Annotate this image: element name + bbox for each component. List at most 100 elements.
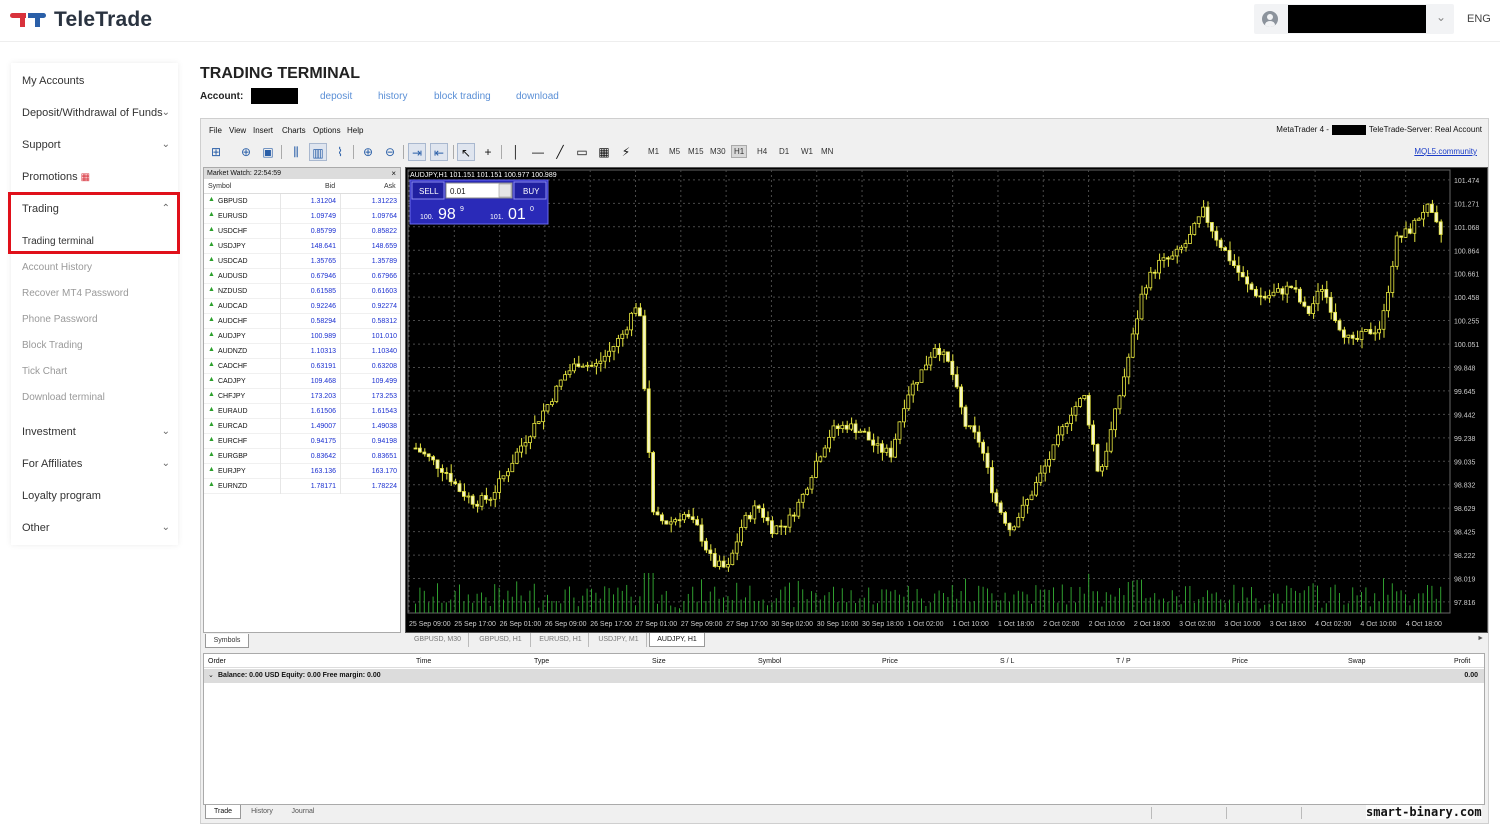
menu-help[interactable]: Help — [347, 126, 363, 135]
candle-bullish — [730, 552, 735, 565]
language-selector[interactable]: ENG — [1467, 13, 1491, 25]
timeframe-m30[interactable]: M30 — [710, 147, 726, 156]
candlestick-chart-svg[interactable]: 101.474101.271101.068100.864100.661100.4… — [406, 168, 1489, 634]
sidebar-subitem-phone-password[interactable]: Phone Password — [11, 307, 178, 333]
price-up-arrow-icon: ▲ — [208, 331, 215, 338]
sell-price-pip: 9 — [460, 206, 464, 213]
download-link[interactable]: download — [516, 91, 559, 102]
crosshair-icon[interactable]: + — [479, 143, 497, 161]
candle-bearish — [475, 503, 479, 507]
timeframe-w1[interactable]: W1 — [801, 147, 813, 156]
market-watch-row[interactable]: ▲ AUDJPY 100.989 101.010 — [204, 329, 400, 344]
sidebar-item-for-affiliates[interactable]: For Affiliates ⌄ — [11, 448, 178, 480]
timeframe-mn[interactable]: MN — [821, 147, 833, 156]
market-watch-row[interactable]: ▲ AUDNZD 1.10313 1.10340 — [204, 344, 400, 359]
sidebar-subitem-download-terminal[interactable]: Download terminal — [11, 385, 178, 411]
templates-icon[interactable]: ▣ — [259, 143, 277, 161]
tab-journal[interactable]: Journal — [283, 805, 323, 819]
candle-bullish — [809, 477, 814, 490]
candle-bullish — [1425, 203, 1430, 213]
market-watch-row[interactable]: ▲ CADCHF 0.63191 0.63208 — [204, 359, 400, 374]
zoom-out-icon[interactable]: ⊖ — [381, 143, 399, 161]
chart-tab-gbpusd-h1[interactable]: GBPUSD, H1 — [471, 633, 531, 647]
indicators-icon[interactable]: ⚡ — [617, 143, 635, 161]
zoom-in-icon[interactable]: ⊕ — [359, 143, 377, 161]
market-watch-row[interactable]: ▲ CHFJPY 173.203 173.253 — [204, 389, 400, 404]
chart-tab-usdjpy-m1[interactable]: USDJPY, M1 — [591, 633, 647, 647]
tab-symbols[interactable]: Symbols — [205, 634, 249, 648]
block-trading-link[interactable]: block trading — [434, 91, 491, 102]
menu-options[interactable]: Options — [313, 126, 341, 135]
market-watch-row[interactable]: ▲ EURCAD 1.49007 1.49038 — [204, 419, 400, 434]
history-link[interactable]: history — [378, 91, 407, 102]
market-watch-row[interactable]: ▲ USDCHF 0.85799 0.85822 — [204, 224, 400, 239]
auto-scroll-icon[interactable]: ⇥ — [408, 143, 426, 161]
user-menu[interactable]: ⌄ — [1254, 4, 1454, 34]
line-chart-icon[interactable]: ⌇ — [331, 143, 349, 161]
sidebar-item-support[interactable]: Support ⌄ — [11, 129, 178, 161]
price-chart[interactable]: 101.474 101.271 101.068 100.864 100.661 100.4… — [405, 167, 1488, 633]
candlestick-chart-icon[interactable]: ▥ — [309, 143, 327, 161]
fibonacci-icon[interactable]: ▦ — [595, 143, 613, 161]
trendline-icon[interactable]: ╱ — [551, 143, 569, 161]
market-watch-row[interactable]: ▲ EURJPY 163.136 163.170 — [204, 464, 400, 479]
teletrade-logo[interactable]: TeleTrade — [10, 6, 152, 34]
text-label-icon[interactable]: ▭ — [573, 143, 591, 161]
new-chart-icon[interactable]: ⊞ — [207, 143, 225, 161]
market-watch-row[interactable]: ▲ GBPUSD 1.31204 1.31223 — [204, 194, 400, 209]
chart-tab-audjpy-h1[interactable]: AUDJPY, H1 — [649, 633, 705, 647]
price-up-arrow-icon: ▲ — [208, 346, 215, 353]
deposit-link[interactable]: deposit — [320, 91, 352, 102]
timeframe-m15[interactable]: M15 — [688, 147, 704, 156]
market-watch-row[interactable]: ▲ AUDCHF 0.58294 0.58312 — [204, 314, 400, 329]
market-watch-row[interactable]: ▲ EURGBP 0.83642 0.83651 — [204, 449, 400, 464]
chart-tab-eurusd-h1[interactable]: EURUSD, H1 — [533, 633, 589, 647]
collapse-icon[interactable]: ⌄ — [208, 671, 214, 679]
menu-view[interactable]: View — [229, 126, 246, 135]
menu-file[interactable]: File — [209, 126, 222, 135]
sidebar-item-deposit-withdrawal[interactable]: Deposit/Withdrawal of Funds ⌄ — [11, 97, 178, 129]
sidebar-item-promotions[interactable]: Promotions ▦ — [11, 161, 178, 193]
candle-bearish — [695, 519, 700, 526]
market-watch-row[interactable]: ▲ EURNZD 1.78171 1.78224 — [204, 479, 400, 494]
sidebar-item-my-accounts[interactable]: My Accounts — [11, 65, 178, 97]
horizontal-line-icon[interactable]: — — [529, 143, 547, 161]
sidebar-item-other[interactable]: Other ⌄ — [11, 512, 178, 544]
new-order-icon[interactable]: ⊕ — [237, 143, 255, 161]
timeframe-m5[interactable]: M5 — [669, 147, 680, 156]
timeframe-h1[interactable]: H1 — [731, 145, 748, 158]
menu-insert[interactable]: Insert — [253, 126, 273, 135]
tab-trade[interactable]: Trade — [205, 805, 241, 819]
cursor-icon[interactable]: ↖ — [457, 143, 475, 161]
menu-charts[interactable]: Charts — [282, 126, 306, 135]
sidebar-item-loyalty-program[interactable]: Loyalty program — [11, 480, 178, 512]
bid-price: 100.989 — [310, 333, 336, 340]
tab-history[interactable]: History — [243, 805, 281, 819]
timeframe-h4[interactable]: H4 — [757, 147, 767, 156]
chart-tab-gbpusd-m30[interactable]: GBPUSD, M30 — [407, 633, 469, 647]
market-watch-row[interactable]: ▲ USDCAD 1.35765 1.35789 — [204, 254, 400, 269]
sidebar-subitem-recover-mt4-password[interactable]: Recover MT4 Password — [11, 281, 178, 307]
market-watch-row[interactable]: ▲ AUDUSD 0.67946 0.67966 — [204, 269, 400, 284]
market-watch-row[interactable]: ▲ EURAUD 1.61506 1.61543 — [204, 404, 400, 419]
market-watch-row[interactable]: ▲ USDJPY 148.641 148.659 — [204, 239, 400, 254]
market-watch-row[interactable]: ▲ EURUSD 1.09749 1.09764 — [204, 209, 400, 224]
chart-shift-icon[interactable]: ⇤ — [430, 143, 448, 161]
vertical-line-icon[interactable]: │ — [507, 143, 525, 161]
bar-chart-icon[interactable]: ⫼ — [287, 143, 305, 161]
market-watch-row[interactable]: ▲ CADJPY 109.468 109.499 — [204, 374, 400, 389]
sidebar-subitem-block-trading[interactable]: Block Trading — [11, 333, 178, 359]
market-watch-row[interactable]: ▲ EURCHF 0.94175 0.94198 — [204, 434, 400, 449]
chevron-down-icon[interactable]: ⌄ — [1436, 10, 1446, 24]
mql5-community-link[interactable]: MQL5.community — [1414, 147, 1477, 156]
close-icon[interactable]: × — [391, 168, 396, 179]
market-watch-row[interactable]: ▲ AUDCAD 0.92246 0.92274 — [204, 299, 400, 314]
market-watch-row[interactable]: ▲ NZDUSD 0.61585 0.61603 — [204, 284, 400, 299]
sidebar-item-investment[interactable]: Investment ⌄ — [11, 416, 178, 448]
timeframe-m1[interactable]: M1 — [648, 147, 659, 156]
candle-bullish — [1403, 228, 1408, 238]
timeframe-d1[interactable]: D1 — [779, 147, 789, 156]
tabs-scroll-right-icon[interactable]: ► — [1477, 635, 1484, 642]
sidebar-subitem-tick-chart[interactable]: Tick Chart — [11, 359, 178, 385]
sidebar-subitem-account-history[interactable]: Account History — [11, 255, 178, 281]
